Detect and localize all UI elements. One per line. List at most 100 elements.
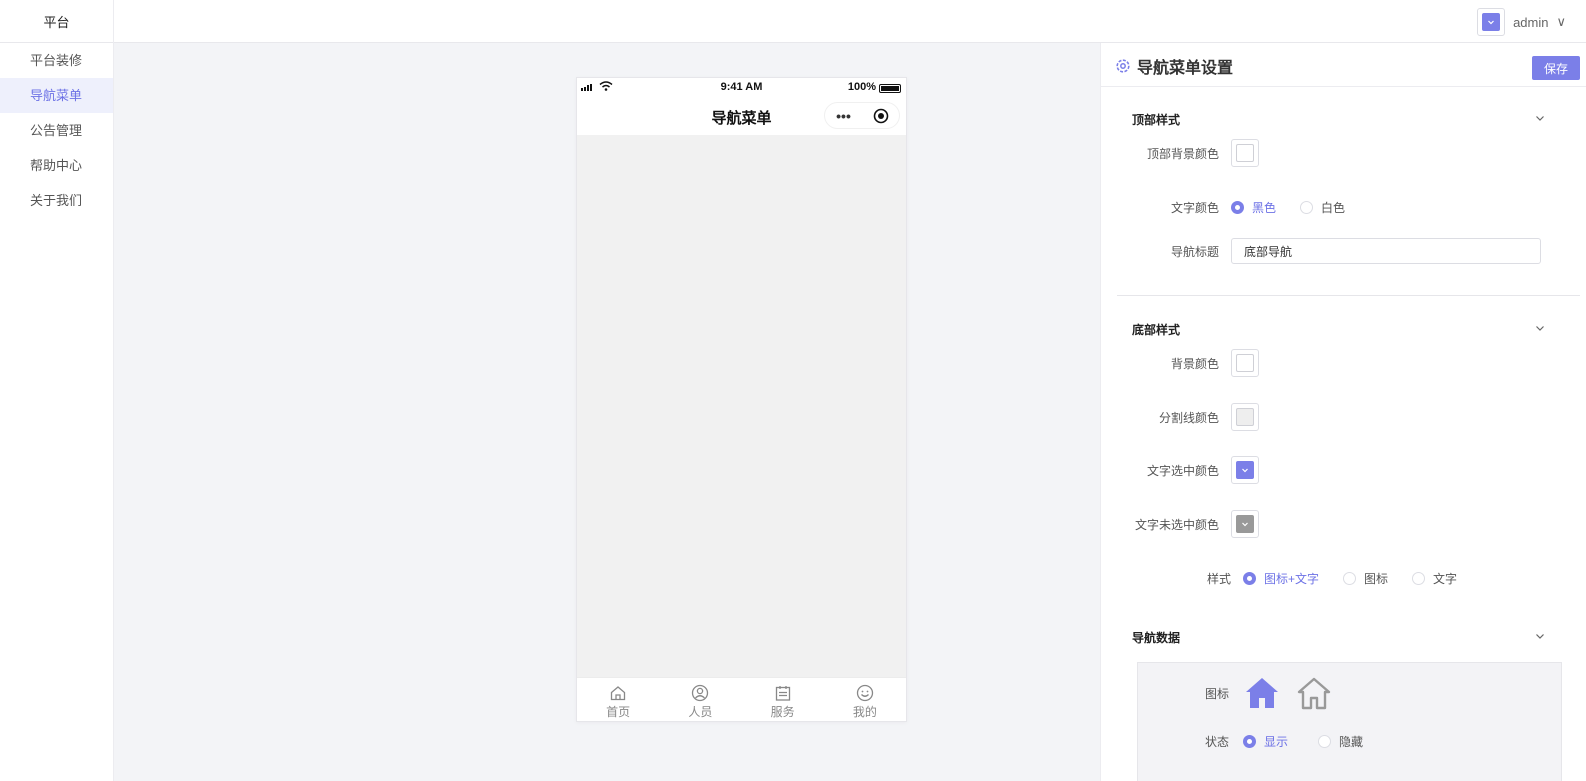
- chevron-down-icon: [1236, 515, 1254, 533]
- color-swatch: [1236, 354, 1254, 372]
- tab-label: 首页: [606, 705, 631, 719]
- row-bottom-bg-color: 背景颜色: [1101, 349, 1586, 377]
- radio-label: 文字: [1433, 571, 1458, 586]
- radio-white[interactable]: 白色: [1300, 199, 1345, 216]
- radio-label: 黑色: [1252, 200, 1277, 215]
- phone-preview: 9:41 AM 100% 导航菜单 ••• 首页 人员 服务 我的: [576, 77, 907, 722]
- radio-label: 显示: [1264, 734, 1289, 749]
- row-nav-icon: 图标: [1138, 673, 1561, 713]
- section-bottom-style-header[interactable]: 底部样式: [1132, 321, 1546, 337]
- section-top-style-header[interactable]: 顶部样式: [1132, 111, 1546, 127]
- tab-label: 我的: [852, 705, 877, 719]
- home-icon-selected[interactable]: [1243, 674, 1281, 712]
- sidebar-item-help-center[interactable]: 帮助中心: [0, 148, 113, 183]
- tab-service[interactable]: 服务: [742, 678, 824, 721]
- chevron-down-icon[interactable]: [1534, 112, 1546, 127]
- radio-group-text-color: 黑色 白色: [1231, 199, 1345, 216]
- tab-home[interactable]: 首页: [577, 678, 659, 721]
- color-picker-inactive-text[interactable]: [1231, 510, 1259, 538]
- field-label: 样式: [1206, 571, 1231, 586]
- row-text-color: 文字颜色 黑色 白色: [1101, 193, 1586, 221]
- color-picker-active-text[interactable]: [1231, 456, 1259, 484]
- section-title: 顶部样式: [1132, 112, 1181, 127]
- nav-title-input[interactable]: 底部导航: [1231, 238, 1541, 264]
- field-label: 图标: [1204, 686, 1229, 701]
- color-picker-divider[interactable]: [1231, 403, 1259, 431]
- tab-label: 人员: [688, 705, 713, 719]
- radio-group-status: 显示 隐藏: [1243, 733, 1363, 750]
- tab-label: 服务: [770, 705, 795, 719]
- radio-icon-only[interactable]: 图标: [1343, 570, 1388, 587]
- radio-dot[interactable]: [1300, 200, 1314, 214]
- field-label: 文字选中颜色: [1146, 463, 1219, 478]
- chevron-down-icon[interactable]: ∨: [1556, 14, 1566, 30]
- color-picker-top-bg[interactable]: [1231, 139, 1259, 167]
- section-nav-data-header[interactable]: 导航数据: [1132, 629, 1546, 645]
- section-title: 导航数据: [1132, 630, 1181, 645]
- field-label: 背景颜色: [1170, 356, 1219, 371]
- row-divider-color: 分割线颜色: [1101, 403, 1586, 431]
- more-icon[interactable]: •••: [825, 109, 862, 123]
- sidebar-item-about-us[interactable]: 关于我们: [0, 183, 113, 218]
- color-swatch: [1236, 144, 1254, 162]
- battery-icon: [879, 84, 901, 93]
- radio-dot[interactable]: [1412, 571, 1426, 585]
- radio-dot[interactable]: [1231, 200, 1244, 214]
- chevron-down-icon[interactable]: [1534, 630, 1546, 645]
- color-swatch: [1236, 408, 1254, 426]
- field-label: 文字未选中颜色: [1134, 517, 1219, 532]
- home-icon-unselected[interactable]: [1295, 674, 1333, 712]
- radio-label: 图标: [1364, 571, 1389, 586]
- top-bar: 平台 admin ∨: [0, 0, 1586, 43]
- smile-icon: [856, 684, 874, 702]
- row-top-bg-color: 顶部背景颜色: [1101, 139, 1586, 167]
- row-nav-status: 状态 显示 隐藏: [1138, 731, 1561, 751]
- color-picker-bottom-bg[interactable]: [1231, 349, 1259, 377]
- radio-label: 图标+文字: [1264, 571, 1320, 586]
- sidebar: 平台装修 导航菜单 公告管理 帮助中心 关于我们: [0, 43, 114, 781]
- section-title: 底部样式: [1132, 322, 1181, 337]
- phone-status-bar: 9:41 AM 100%: [577, 78, 906, 98]
- tab-mine[interactable]: 我的: [824, 678, 906, 721]
- chevron-down-icon[interactable]: [1534, 322, 1546, 337]
- radio-dot[interactable]: [1243, 571, 1256, 585]
- field-label: 状态: [1204, 734, 1229, 749]
- radio-hide[interactable]: 隐藏: [1318, 733, 1363, 750]
- radio-black[interactable]: 黑色: [1231, 199, 1276, 216]
- row-style: 样式 图标+文字 图标 文字: [1101, 564, 1586, 592]
- user-menu[interactable]: admin ∨: [1477, 8, 1566, 36]
- field-label: 顶部背景颜色: [1146, 146, 1219, 161]
- row-active-text-color: 文字选中颜色: [1101, 456, 1586, 484]
- sidebar-item-nav-menu[interactable]: 导航菜单: [0, 78, 113, 113]
- close-target-icon[interactable]: [862, 108, 899, 124]
- field-label: 文字颜色: [1170, 200, 1219, 215]
- row-nav-title: 导航标题 底部导航: [1101, 237, 1586, 265]
- calendar-icon: [775, 686, 790, 701]
- radio-text-only[interactable]: 文字: [1412, 570, 1457, 587]
- nav-data-item-card: 图标 状态 显示 隐藏: [1137, 662, 1562, 781]
- save-button[interactable]: 保存: [1532, 56, 1580, 80]
- avatar[interactable]: [1477, 8, 1506, 36]
- radio-group-style: 图标+文字 图标 文字: [1243, 570, 1457, 587]
- battery-percent: 100%: [847, 81, 876, 93]
- sidebar-item-announcements[interactable]: 公告管理: [0, 113, 113, 148]
- chevron-down-icon: [1236, 461, 1254, 479]
- radio-dot[interactable]: [1343, 571, 1357, 585]
- field-label: 分割线颜色: [1158, 410, 1219, 425]
- sidebar-item-platform-decoration[interactable]: 平台装修: [0, 43, 113, 78]
- radio-dot[interactable]: [1318, 734, 1332, 748]
- gear-icon: [1116, 59, 1130, 73]
- row-inactive-text-color: 文字未选中颜色: [1101, 510, 1586, 538]
- radio-label: 白色: [1321, 200, 1346, 215]
- radio-dot[interactable]: [1243, 734, 1256, 748]
- tab-people[interactable]: 人员: [659, 678, 741, 721]
- mini-program-capsule[interactable]: •••: [824, 102, 900, 129]
- radio-show[interactable]: 显示: [1243, 733, 1288, 750]
- radio-label: 隐藏: [1339, 734, 1364, 749]
- panel-title: 导航菜单设置: [1115, 54, 1233, 78]
- radio-icon-text[interactable]: 图标+文字: [1243, 570, 1319, 587]
- panel-header: 导航菜单设置 保存: [1101, 43, 1586, 87]
- phone-nav-bar: 导航菜单 •••: [577, 98, 906, 135]
- avatar-dropdown-icon: [1482, 13, 1501, 31]
- user-name[interactable]: admin: [1513, 15, 1548, 30]
